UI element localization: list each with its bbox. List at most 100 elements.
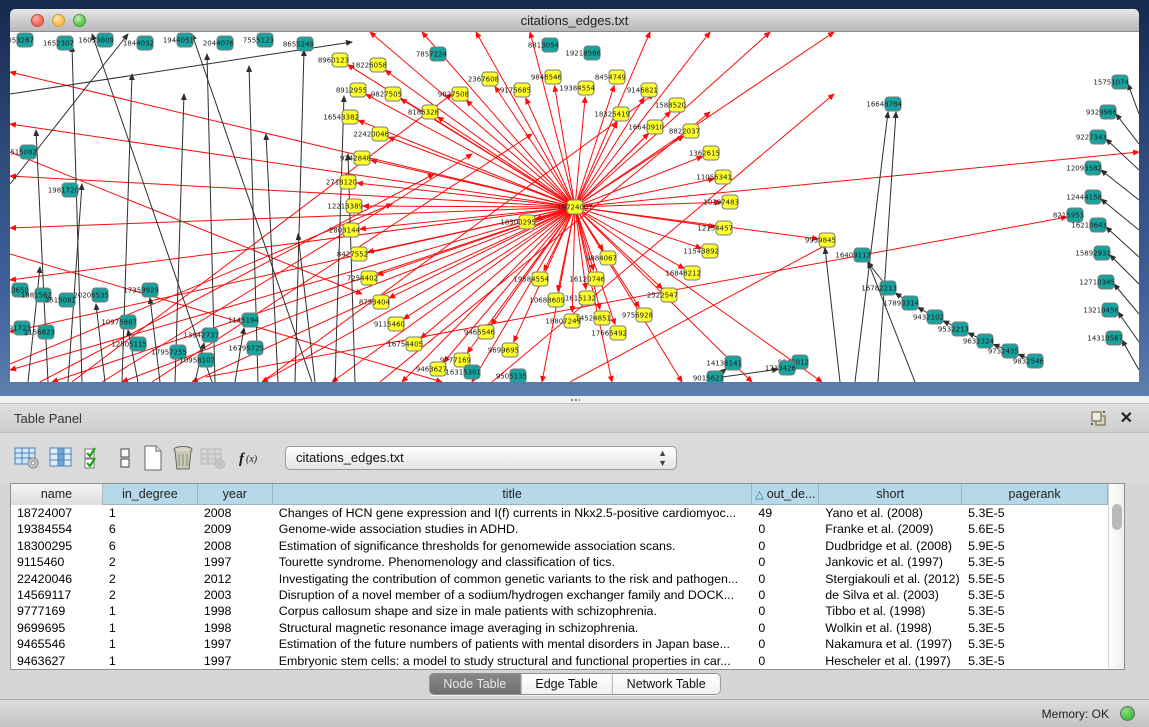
- graph-node[interactable]: 2522547: [647, 288, 678, 302]
- graph-edge[interactable]: [1101, 170, 1139, 200]
- table-cell[interactable]: Yano et al. (2008): [819, 505, 962, 521]
- table-cell[interactable]: 2003: [198, 587, 273, 603]
- graph-edge[interactable]: [868, 262, 915, 382]
- graph-edge[interactable]: [363, 206, 575, 207]
- table-cell[interactable]: 0: [752, 571, 819, 587]
- table-options-icon[interactable]: [12, 443, 42, 473]
- table-cell[interactable]: Tourette syndrome. Phenomenology and cla…: [273, 554, 753, 570]
- table-cell[interactable]: Disruption of a novel member of a sodium…: [273, 587, 753, 603]
- graph-node[interactable]: 9329966: [1086, 105, 1118, 119]
- table-cell[interactable]: 5.6E-5: [962, 521, 1108, 537]
- table-cell[interactable]: Structural magnetic resonance image aver…: [273, 620, 753, 636]
- network-graph[interactable]: 1872400789601231822605889129559827505165…: [10, 32, 1139, 382]
- graph-node[interactable]: 9939845: [805, 233, 836, 247]
- graph-node[interactable]: 13210456: [1083, 303, 1119, 317]
- graph-edge[interactable]: [249, 66, 258, 382]
- table-cell[interactable]: 14569117: [11, 587, 103, 603]
- table-cell[interactable]: 18300295: [11, 538, 103, 554]
- graph-edge[interactable]: [68, 184, 82, 382]
- table-cell[interactable]: 1997: [198, 554, 273, 570]
- table-cell[interactable]: 9115460: [11, 554, 103, 570]
- graph-node[interactable]: 10197483: [703, 195, 739, 209]
- graph-node[interactable]: 1944051: [163, 33, 194, 47]
- graph-edge[interactable]: [825, 248, 840, 382]
- table-cell[interactable]: 9699695: [11, 620, 103, 636]
- table-cell[interactable]: 1997: [198, 653, 273, 669]
- graph-node[interactable]: 9827508: [438, 87, 469, 101]
- table-cell[interactable]: 49: [752, 505, 819, 521]
- table-cell[interactable]: 0: [752, 603, 819, 619]
- table-cell[interactable]: Embryonic stem cells: a model to study s…: [273, 653, 753, 669]
- table-cell[interactable]: Investigating the contribution of common…: [273, 571, 753, 587]
- graph-edge[interactable]: [36, 130, 48, 382]
- graph-node[interactable]: 13942737: [183, 328, 219, 342]
- table-cell[interactable]: 19384554: [11, 521, 103, 537]
- table-scrollbar-thumb[interactable]: [1112, 504, 1122, 530]
- table-cell[interactable]: 5.3E-5: [962, 554, 1108, 570]
- column-header-pagerank[interactable]: pagerank: [962, 484, 1108, 505]
- graph-edge[interactable]: [575, 207, 818, 239]
- table-cell[interactable]: Franke et al. (2009): [819, 521, 962, 537]
- graph-edge[interactable]: [52, 207, 575, 382]
- table-cell[interactable]: 2: [103, 587, 198, 603]
- graph-node[interactable]: 8655249: [283, 37, 314, 51]
- graph-edge[interactable]: [575, 32, 770, 207]
- table-cell[interactable]: Estimation of the future numbers of pati…: [273, 636, 753, 652]
- table-cell[interactable]: 2008: [198, 505, 273, 521]
- table-cell[interactable]: 0: [752, 538, 819, 554]
- table-cell[interactable]: Corpus callosum shape and size in male p…: [273, 603, 753, 619]
- table-cell[interactable]: 1: [103, 620, 198, 636]
- graph-node[interactable]: 16640910: [628, 120, 664, 134]
- table-cell[interactable]: Stergiakouli et al. (2012): [819, 571, 962, 587]
- graph-node[interactable]: 17893314: [883, 296, 919, 310]
- graph-node[interactable]: 9632324: [963, 334, 995, 348]
- table-cell[interactable]: Wolkin et al. (1998): [819, 620, 962, 636]
- tab-network-table[interactable]: Network Table: [613, 674, 720, 694]
- table-cell[interactable]: 1998: [198, 620, 273, 636]
- graph-edge[interactable]: [206, 217, 1067, 377]
- table-cell[interactable]: 2009: [198, 521, 273, 537]
- graph-node[interactable]: 9532213: [938, 322, 969, 336]
- graph-node[interactable]: 12093582: [1066, 161, 1102, 175]
- graph-node[interactable]: 1733426: [765, 361, 797, 375]
- graph-edge[interactable]: [466, 100, 575, 207]
- table-cell[interactable]: 2: [103, 554, 198, 570]
- graph-node[interactable]: 9505135: [496, 369, 527, 382]
- table-cell[interactable]: 0: [752, 554, 819, 570]
- graph-edge[interactable]: [92, 34, 212, 382]
- graph-node[interactable]: 15751074: [1093, 75, 1129, 89]
- graph-edge[interactable]: [371, 160, 575, 207]
- graph-node[interactable]: 12444158: [1066, 190, 1102, 204]
- table-cell[interactable]: Estimation of significance thresholds fo…: [273, 538, 753, 554]
- column-header-year[interactable]: year: [198, 484, 273, 505]
- graph-node[interactable]: 17359929: [123, 283, 159, 297]
- float-panel-icon[interactable]: [1091, 411, 1107, 426]
- graph-node[interactable]: 9175685: [500, 83, 531, 97]
- graph-node[interactable]: 9846546: [531, 70, 563, 84]
- graph-node[interactable]: 1145194: [228, 313, 260, 327]
- graph-node[interactable]: 1981720: [48, 183, 79, 197]
- graph-node[interactable]: 9432102: [913, 310, 944, 324]
- table-cell[interactable]: Changes of HCN gene expression and I(f) …: [273, 505, 753, 521]
- graph-edge[interactable]: [262, 207, 575, 382]
- graph-edge[interactable]: [1116, 114, 1139, 144]
- table-row[interactable]: 1830029562008Estimation of significance …: [11, 538, 1108, 554]
- new-column-icon[interactable]: [138, 443, 168, 473]
- graph-node[interactable]: 2044076: [203, 36, 235, 50]
- table-cell[interactable]: 2012: [198, 571, 273, 587]
- graph-edge[interactable]: [1122, 340, 1139, 370]
- table-cell[interactable]: 5.3E-5: [962, 603, 1108, 619]
- table-cell[interactable]: 2008: [198, 538, 273, 554]
- table-cell[interactable]: Jankovic et al. (1997): [819, 554, 962, 570]
- graph-edge[interactable]: [855, 112, 888, 382]
- graph-node[interactable]: 9115460: [374, 317, 405, 331]
- table-cell[interactable]: 0: [752, 521, 819, 537]
- table-cell[interactable]: 22420046: [11, 571, 103, 587]
- graph-node[interactable]: 16754405: [387, 337, 423, 351]
- graph-node[interactable]: 14136141: [706, 356, 742, 370]
- table-cell[interactable]: 1: [103, 505, 198, 521]
- table-row[interactable]: 977716911998Corpus callosum shape and si…: [11, 603, 1108, 619]
- table-cell[interactable]: 6: [103, 538, 198, 554]
- table-row[interactable]: 1456911722003Disruption of a novel membe…: [11, 587, 1108, 603]
- graph-node[interactable]: 9242848: [340, 151, 371, 165]
